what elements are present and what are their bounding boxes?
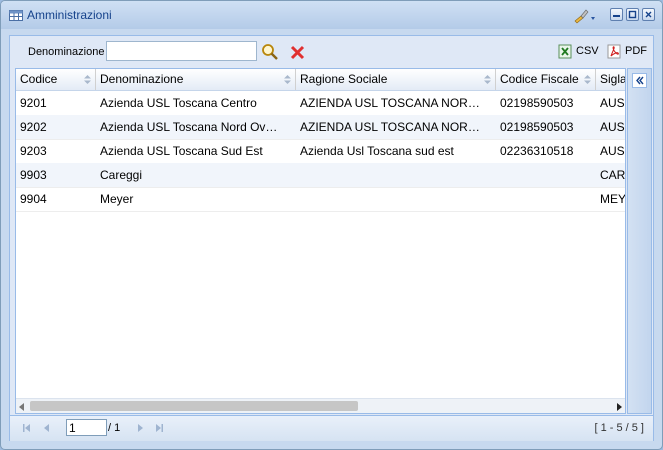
- scroll-left-icon[interactable]: [19, 403, 24, 411]
- window: Amministrazioni Denominazione CSV PDF Co…: [0, 0, 663, 450]
- grid-header: Codice Denominazione Ragione Sociale Cod…: [16, 69, 625, 91]
- csv-label: CSV: [576, 45, 599, 57]
- cell-ragione-sociale: [296, 187, 496, 211]
- clear-filter-icon[interactable]: [289, 44, 307, 62]
- window-title: Amministrazioni: [27, 8, 112, 22]
- maximize-button[interactable]: [626, 8, 639, 21]
- scrollbar-thumb[interactable]: [30, 401, 358, 411]
- close-button[interactable]: [642, 8, 655, 21]
- minimize-icon: [613, 15, 620, 17]
- scroll-right-icon[interactable]: [617, 403, 622, 411]
- page-total: / 1: [108, 422, 121, 434]
- cell-codice: 9201: [20, 96, 47, 110]
- close-icon: [645, 11, 652, 18]
- horizontal-scrollbar[interactable]: [16, 398, 625, 413]
- next-page-icon[interactable]: [135, 423, 145, 433]
- sort-icon: [284, 75, 291, 84]
- cell-sigla: AUSL: [600, 96, 625, 110]
- table-row[interactable]: 9903 Careggi CAR: [16, 163, 626, 188]
- cell-codice: 9904: [20, 192, 47, 206]
- cell-sigla: CAR: [600, 168, 626, 182]
- column-header-denominazione[interactable]: Denominazione: [96, 69, 296, 90]
- cell-ragione-sociale: AZIENDA USL TOSCANA NOR…: [300, 120, 480, 134]
- toolbar: Denominazione CSV PDF: [10, 36, 653, 68]
- column-header-sigla[interactable]: Sigla: [596, 69, 625, 90]
- titlebar[interactable]: Amministrazioni: [1, 1, 662, 29]
- cell-codice-fiscale: 02198590503: [500, 120, 574, 134]
- minimize-button[interactable]: [610, 8, 623, 21]
- cell-codice-fiscale: 02198590503: [500, 96, 574, 110]
- page-number-input[interactable]: [66, 419, 107, 436]
- cell-ragione-sociale: Azienda Usl Toscana sud est: [300, 144, 454, 158]
- paging-info: [ 1 - 5 / 5 ]: [594, 422, 644, 434]
- cell-codice: 9202: [20, 120, 47, 134]
- table-row[interactable]: 9904 Meyer MEY: [16, 187, 626, 212]
- cell-codice-fiscale: [496, 187, 596, 211]
- column-header-ragione-sociale[interactable]: Ragione Sociale: [296, 69, 496, 90]
- search-icon[interactable]: [261, 43, 279, 61]
- cell-codice: 9903: [20, 168, 47, 182]
- sort-icon: [484, 75, 491, 84]
- cell-denominazione: Azienda USL Toscana Centro: [100, 96, 257, 110]
- pdf-label: PDF: [625, 45, 647, 57]
- previous-page-icon[interactable]: [42, 423, 52, 433]
- table-icon: [9, 10, 23, 21]
- maximize-icon: [628, 10, 637, 19]
- excel-icon: [558, 44, 572, 59]
- cell-codice-fiscale: 02236310518: [500, 144, 574, 158]
- paging-toolbar: / 1 [ 1 - 5 / 5 ]: [10, 415, 653, 441]
- collapsed-side-panel: [627, 68, 652, 414]
- cell-denominazione: Azienda USL Toscana Sud Est: [100, 144, 263, 158]
- sort-icon: [84, 75, 91, 84]
- cell-denominazione: Azienda USL Toscana Nord Ov…: [100, 120, 278, 134]
- cell-codice-fiscale: [496, 163, 596, 187]
- table-row[interactable]: 9203 Azienda USL Toscana Sud Est Azienda…: [16, 139, 625, 164]
- table-row[interactable]: 9201 Azienda USL Toscana Centro AZIENDA …: [16, 91, 625, 116]
- cell-denominazione: Careggi: [100, 168, 143, 182]
- cell-ragione-sociale: AZIENDA USL TOSCANA NOR…: [300, 96, 480, 110]
- first-page-icon[interactable]: [22, 423, 32, 433]
- cell-codice: 9203: [20, 144, 47, 158]
- cell-sigla: MEY: [600, 192, 626, 206]
- cell-sigla: AUSL: [600, 144, 625, 158]
- filter-label: Denominazione: [28, 46, 105, 58]
- brush-icon[interactable]: [573, 8, 597, 24]
- column-header-codice-fiscale[interactable]: Codice Fiscale: [496, 69, 596, 90]
- pdf-icon: [607, 44, 621, 59]
- main-panel: Denominazione CSV PDF Codice Denominazio…: [9, 35, 654, 441]
- sort-icon: [584, 75, 591, 84]
- cell-ragione-sociale: [296, 163, 496, 187]
- last-page-icon[interactable]: [154, 423, 164, 433]
- csv-export-button[interactable]: CSV: [558, 44, 600, 60]
- cell-sigla: AUSL: [600, 120, 625, 134]
- pdf-export-button[interactable]: PDF: [607, 44, 649, 60]
- data-grid: Codice Denominazione Ragione Sociale Cod…: [15, 68, 626, 414]
- column-header-codice[interactable]: Codice: [16, 69, 96, 90]
- expand-panel-button[interactable]: [632, 73, 647, 88]
- cell-denominazione: Meyer: [100, 192, 134, 206]
- double-chevron-left-icon: [636, 76, 644, 85]
- denominazione-input[interactable]: [106, 41, 257, 61]
- table-row[interactable]: 9202 Azienda USL Toscana Nord Ov… AZIEND…: [16, 115, 625, 140]
